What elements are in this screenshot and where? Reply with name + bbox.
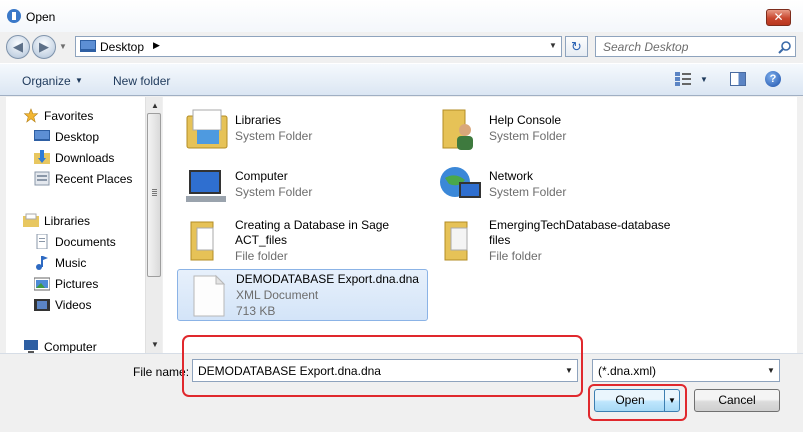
file-item-name: Computer (235, 169, 288, 183)
nav-favorites[interactable]: Favorites (6, 107, 146, 125)
downloads-folder-icon (34, 150, 50, 164)
file-item-libraries[interactable]: Libraries System Folder (177, 104, 425, 156)
file-item-sage-act-files[interactable]: Creating a Database in Sage ACT_files Fi… (177, 214, 425, 266)
libraries-icon (186, 109, 228, 149)
file-item-name: Help Console (489, 113, 562, 127)
file-item-name: Network (489, 169, 534, 183)
nav-favorites-label: Favorites (44, 109, 94, 123)
preview-pane-icon[interactable] (730, 72, 746, 86)
file-item-computer[interactable]: Computer System Folder (177, 160, 425, 212)
breadcrumb-chevron-icon[interactable]: ▶ (153, 40, 160, 51)
nav-item-documents[interactable]: Documents (6, 233, 146, 251)
file-item-type: File folder (489, 249, 542, 263)
file-item-name-line1: EmergingTechDatabase-database (489, 218, 671, 232)
open-dialog-icon (7, 9, 21, 23)
back-button[interactable]: ◀ (6, 35, 30, 59)
nav-libraries[interactable]: Libraries (6, 212, 146, 230)
navigation-scrollbar[interactable]: ▲ ▼ (145, 97, 162, 353)
recent-places-icon (34, 171, 50, 186)
search-input[interactable]: Search Desktop (595, 36, 796, 57)
file-item-name-line2: ACT_files (235, 233, 288, 247)
nav-item-downloads[interactable]: Downloads (6, 149, 146, 167)
change-view-icon[interactable] (675, 72, 691, 86)
file-item-name: Libraries (235, 113, 282, 127)
highlight-file-name (182, 335, 583, 397)
star-icon (23, 108, 39, 123)
file-type-value: (*.dna.xml) (598, 364, 657, 378)
music-icon (36, 256, 48, 270)
title-bar: Open ✕ (0, 0, 803, 32)
file-item-name-line1: Creating a Database in Sage (235, 218, 390, 232)
user-folder-icon (442, 109, 473, 150)
highlight-open-button (588, 384, 687, 421)
file-item-type: XML Document (236, 288, 319, 302)
file-item-type: System Folder (489, 185, 567, 199)
nav-item-label: Desktop (55, 130, 100, 144)
window-title: Open (26, 10, 56, 24)
nav-item-desktop[interactable]: Desktop (6, 128, 146, 146)
scroll-grip (152, 189, 157, 190)
file-item-type: File folder (235, 249, 288, 263)
file-item-demodatabase-export[interactable]: DEMODATABASE Export.dna.dna XML Document… (177, 269, 428, 321)
file-item-network[interactable]: Network System Folder (431, 160, 679, 212)
network-icon (440, 167, 481, 198)
nav-item-videos[interactable]: Videos (6, 296, 146, 314)
address-location[interactable]: Desktop (100, 40, 144, 54)
close-button[interactable]: ✕ (766, 9, 791, 26)
nav-item-pictures[interactable]: Pictures (6, 275, 146, 293)
file-name-label: File name: (133, 365, 190, 379)
file-item-type: System Folder (489, 129, 567, 143)
nav-item-label: Pictures (55, 277, 99, 291)
nav-item-recent-places[interactable]: Recent Places (6, 170, 146, 188)
forward-button[interactable]: ▶ (32, 35, 56, 59)
nav-item-label: Videos (55, 298, 92, 312)
file-item-name: DEMODATABASE Export.dna.dna (236, 272, 419, 286)
desktop-icon (34, 130, 50, 141)
file-type-dropdown-icon[interactable]: ▼ (767, 366, 775, 375)
recent-locations-dropdown[interactable]: ▼ (59, 39, 69, 55)
file-item-size: 713 KB (236, 304, 276, 318)
refresh-button[interactable]: ↻ (565, 36, 588, 57)
file-list[interactable]: Libraries System Folder Help Console Sys… (163, 97, 797, 353)
file-item-name-line2: files (489, 233, 511, 247)
search-placeholder: Search Desktop (603, 40, 689, 54)
nav-item-label: Downloads (55, 151, 115, 165)
nav-item-label: Music (55, 256, 87, 270)
folder-icon (190, 221, 214, 261)
nav-item-music[interactable]: Music (6, 254, 146, 272)
nav-libraries-label: Libraries (44, 214, 91, 228)
desktop-icon (80, 40, 96, 52)
document-icon (193, 274, 226, 317)
file-item-help-console[interactable]: Help Console System Folder (431, 104, 679, 156)
file-item-type: System Folder (235, 185, 313, 199)
search-icon[interactable] (778, 40, 792, 54)
scroll-thumb[interactable] (147, 113, 161, 277)
documents-icon (36, 234, 48, 249)
help-icon[interactable]: ? (765, 71, 781, 87)
organize-button[interactable]: Organize (22, 74, 71, 88)
nav-computer[interactable]: Computer (6, 338, 146, 353)
nav-item-label: Recent Places (55, 172, 133, 186)
organize-dropdown-icon[interactable]: ▼ (75, 76, 83, 85)
pictures-icon (34, 277, 50, 291)
new-folder-button[interactable]: New folder (113, 74, 170, 88)
address-bar[interactable]: Desktop ▶ ▼ (75, 36, 562, 57)
scroll-down-arrow-icon[interactable]: ▼ (151, 340, 159, 349)
computer-icon (24, 340, 38, 353)
videos-icon (34, 299, 50, 311)
nav-item-label: Documents (55, 235, 116, 249)
file-type-select[interactable]: (*.dna.xml) ▼ (592, 359, 780, 382)
libraries-icon (23, 213, 39, 227)
scroll-up-arrow-icon[interactable]: ▲ (151, 101, 159, 110)
views-dropdown-icon[interactable]: ▼ (700, 75, 708, 84)
nav-computer-label: Computer (44, 340, 97, 353)
folder-icon (444, 221, 468, 261)
navigation-pane[interactable]: Favorites Desktop Downloads Recent Place… (6, 97, 161, 353)
cancel-button[interactable]: Cancel (694, 389, 780, 412)
computer-icon (186, 170, 226, 202)
address-dropdown-icon[interactable]: ▼ (549, 41, 557, 50)
file-item-emergingtech-files[interactable]: EmergingTechDatabase-database files File… (431, 214, 679, 266)
file-item-type: System Folder (235, 129, 313, 143)
